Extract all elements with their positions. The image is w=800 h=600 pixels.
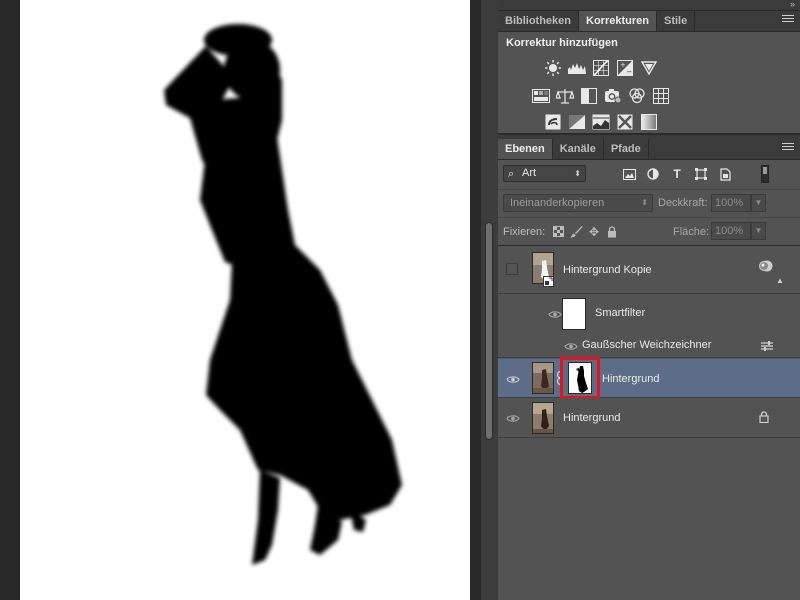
curves-icon[interactable] — [589, 58, 613, 78]
layer-row-gaussian-blur[interactable]: Gaußscher Weichzeichner — [498, 334, 800, 358]
select-arrows-icon: ⬍ — [641, 198, 648, 207]
visibility-eye-icon[interactable] — [504, 372, 522, 386]
filter-kind-label: Art — [522, 167, 537, 179]
lock-transparency-icon[interactable] — [549, 223, 567, 240]
photo-filter-icon[interactable] — [601, 86, 625, 106]
layer-name[interactable]: Hintergrund Kopie — [563, 264, 652, 276]
lock-position-move-icon[interactable]: ✥ — [585, 223, 603, 240]
select-arrows-icon: ⬍ — [574, 169, 581, 178]
tab-stile[interactable]: Stile — [657, 11, 696, 31]
tab-kanaele[interactable]: Kanäle — [553, 139, 604, 159]
blend-mode-value: Ineinanderkopieren — [510, 197, 605, 209]
opacity-label: Deckkraft: — [658, 197, 708, 209]
layers-filter-toolbar: ⌕ Art ⬍ T — [498, 160, 800, 189]
tab-bibliotheken[interactable]: Bibliotheken — [498, 11, 580, 31]
layer-row-hintergrund-background[interactable]: Hintergrund — [498, 398, 800, 438]
layer-filter-kind-select[interactable]: ⌕ Art ⬍ — [503, 165, 586, 182]
tab-ebenen[interactable]: Ebenen — [498, 139, 553, 159]
blend-mode-select[interactable]: Ineinanderkopieren ⬍ — [503, 194, 653, 212]
panel-menu-icon[interactable] — [782, 15, 794, 24]
visibility-eye-icon[interactable] — [504, 411, 522, 425]
layers-list: Hintergrund Kopie ▲ Smartfilter Gaußsche… — [498, 245, 800, 438]
layer-mask-thumbnail[interactable] — [568, 362, 592, 394]
document-canvas[interactable] — [20, 0, 470, 600]
silhouette-mask-image — [164, 24, 402, 565]
filter-blending-options-icon[interactable] — [760, 340, 774, 355]
channel-mixer-icon[interactable] — [625, 86, 649, 106]
layer-name[interactable]: Gaußscher Weichzeichner — [582, 339, 711, 351]
tab-korrekturen[interactable]: Korrekturen — [579, 11, 657, 31]
document-canvas-area[interactable] — [0, 0, 480, 600]
layer-name[interactable]: Hintergrund — [563, 412, 620, 424]
layer-row-hintergrund-masked[interactable]: Hintergrund — [498, 357, 800, 399]
adjustments-title: Korrektur hinzufügen — [506, 37, 618, 49]
exposure-icon[interactable]: + − — [613, 58, 637, 78]
layer-lock-icon[interactable] — [759, 411, 769, 426]
smart-filter-indicator-icon[interactable] — [758, 259, 774, 276]
shape-filter-icon[interactable] — [689, 166, 713, 182]
fill-label: Fläche: — [673, 226, 710, 238]
lock-label: Fixieren: — [503, 226, 546, 238]
brightness-contrast-icon[interactable] — [541, 58, 565, 78]
search-icon: ⌕ — [508, 168, 515, 180]
filter-toggle-switch[interactable] — [761, 165, 769, 183]
layers-panel-menu-icon[interactable] — [782, 143, 794, 152]
smartobject-filter-icon[interactable] — [713, 166, 737, 182]
adjustments-tabbar: Bibliotheken Korrekturen Stile — [498, 11, 800, 32]
color-balance-icon[interactable] — [553, 86, 577, 106]
layer-name[interactable]: Hintergrund — [602, 373, 659, 385]
panels-dock: » Bibliotheken Korrekturen Stile Korrekt… — [498, 0, 800, 600]
opacity-input[interactable]: 100% — [711, 194, 751, 212]
posterize-icon[interactable] — [565, 112, 589, 132]
layer-row-smartfilter[interactable]: Smartfilter — [498, 294, 800, 334]
levels-icon[interactable] — [565, 58, 589, 78]
threshold-icon[interactable] — [589, 112, 613, 132]
adjustments-panel: Korrektur hinzufügen + − — [498, 32, 800, 135]
layer-thumbnail[interactable] — [532, 362, 554, 394]
lock-all-icon[interactable] — [603, 223, 621, 240]
adjustment-filter-icon[interactable] — [641, 166, 665, 182]
smart-filter-mask-thumbnail[interactable] — [562, 298, 586, 330]
layers-tabbar: Ebenen Kanäle Pfade — [498, 139, 800, 160]
gradient-map-icon[interactable] — [637, 112, 661, 132]
invert-icon[interactable] — [541, 112, 565, 132]
expand-arrow-icon[interactable]: ▲ — [776, 276, 784, 285]
lock-row: Fixieren: ✥ Fläche: 100% ▼ — [498, 217, 800, 245]
layer-thumbnail[interactable] — [532, 402, 554, 434]
pixel-filter-icon[interactable] — [617, 166, 641, 182]
fill-dropdown-icon[interactable]: ▼ — [751, 222, 766, 240]
vibrance-icon[interactable] — [637, 58, 661, 78]
type-filter-icon[interactable]: T — [665, 166, 689, 182]
scrollbar-thumb[interactable] — [485, 222, 493, 440]
opacity-dropdown-icon[interactable]: ▼ — [751, 194, 766, 212]
visibility-toggle-empty[interactable] — [506, 263, 518, 275]
blend-row: Ineinanderkopieren ⬍ Deckkraft: 100% ▼ — [498, 189, 800, 217]
collapse-icon[interactable]: » — [790, 0, 795, 9]
svg-text:−: − — [627, 68, 633, 76]
layer-name[interactable]: Smartfilter — [595, 307, 645, 319]
dock-collapse-bar[interactable]: » — [498, 0, 800, 11]
selective-color-icon[interactable] — [613, 112, 637, 132]
tab-pfade[interactable]: Pfade — [604, 139, 649, 159]
layer-row-hintergrund-kopie[interactable]: Hintergrund Kopie ▲ — [498, 246, 800, 294]
visibility-eye-icon[interactable] — [562, 339, 580, 353]
black-white-icon[interactable] — [577, 86, 601, 106]
color-lookup-icon[interactable] — [649, 86, 673, 106]
smart-object-badge-icon — [543, 276, 554, 290]
hue-saturation-icon[interactable] — [529, 86, 553, 106]
svg-text:+: + — [620, 61, 626, 69]
fill-input[interactable]: 100% — [711, 222, 751, 240]
canvas-vertical-scrollbar[interactable] — [480, 0, 498, 600]
lock-pixels-brush-icon[interactable] — [567, 223, 585, 240]
